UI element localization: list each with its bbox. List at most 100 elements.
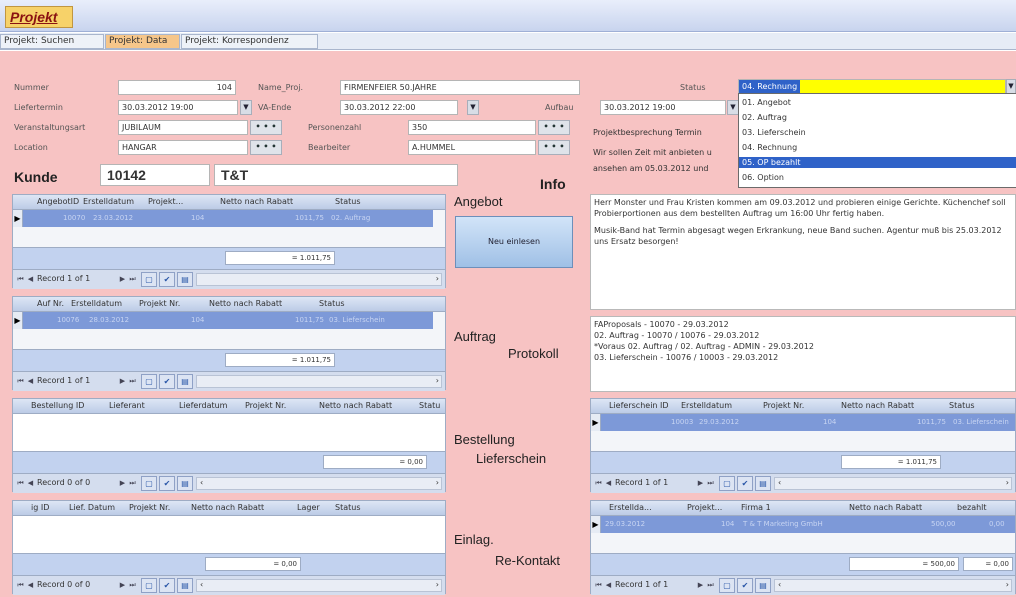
column-header[interactable]: Netto nach Rabatt: [191, 503, 264, 512]
column-header[interactable]: Erstelldatum: [71, 299, 122, 308]
last-record-icon[interactable]: ⏭: [127, 375, 138, 388]
cell[interactable]: 10076: [57, 316, 79, 324]
tab-suchen[interactable]: Projekt: Suchen: [0, 34, 104, 49]
column-header[interactable]: Bestellung ID: [31, 401, 84, 410]
column-header[interactable]: Netto nach Rabatt: [319, 401, 392, 410]
prev-record-icon[interactable]: ◀: [25, 273, 36, 286]
column-header[interactable]: Statu: [419, 401, 440, 410]
column-header[interactable]: Erstelldatum: [681, 401, 732, 410]
info-notes-panel[interactable]: Herr Monster und Frau Kristen kommen am …: [590, 194, 1016, 310]
column-header[interactable]: bezahlt: [957, 503, 987, 512]
checkmark-icon[interactable]: ✔: [159, 272, 175, 287]
column-header[interactable]: Projekt...: [148, 197, 183, 206]
cell[interactable]: 1011,75: [295, 214, 324, 222]
table-row[interactable]: ▶ 10076 28.03.2012 104 1011,75 03. Liefe…: [13, 312, 433, 329]
column-header[interactable]: Lieferant: [109, 401, 145, 410]
print-icon[interactable]: ▤: [177, 578, 193, 593]
column-header[interactable]: Projekt Nr.: [245, 401, 286, 410]
last-record-icon[interactable]: ⏭: [705, 477, 716, 490]
record-selector[interactable]: ▶: [591, 414, 601, 431]
status-option[interactable]: 04. Rechnung: [739, 142, 1016, 153]
aufbau-field[interactable]: 30.03.2012 19:00: [600, 100, 726, 115]
column-header[interactable]: Netto nach Rabatt: [209, 299, 282, 308]
status-option[interactable]: 02. Auftrag: [739, 112, 1016, 123]
horizontal-scrollbar[interactable]: ›: [196, 375, 442, 388]
cell[interactable]: 29.03.2012: [699, 418, 739, 426]
veranstaltungsart-field[interactable]: JUBILAUM: [118, 120, 248, 135]
last-record-icon[interactable]: ⏭: [705, 579, 716, 592]
column-header[interactable]: Projekt Nr.: [763, 401, 804, 410]
cell[interactable]: 10070: [63, 214, 85, 222]
status-option[interactable]: 03. Lieferschein: [739, 127, 1016, 138]
column-header[interactable]: Erstellda...: [609, 503, 652, 512]
prev-record-icon[interactable]: ◀: [603, 477, 614, 490]
nummer-field[interactable]: 104: [118, 80, 236, 95]
status-select[interactable]: 04. Rechnung: [738, 79, 1006, 94]
column-header[interactable]: Lief. Datum: [69, 503, 115, 512]
kunde-name-field[interactable]: T&T: [214, 164, 458, 186]
last-record-icon[interactable]: ⏭: [127, 477, 138, 490]
new-record-icon[interactable]: ▢: [141, 476, 157, 491]
print-icon[interactable]: ▤: [177, 272, 193, 287]
table-row[interactable]: ▶ 10070 23.03.2012 104 1011,75 02. Auftr…: [13, 210, 433, 227]
column-header[interactable]: Erstelldatum: [83, 197, 134, 206]
cell[interactable]: 28.03.2012: [89, 316, 129, 324]
record-selector[interactable]: ▶: [13, 312, 23, 329]
prev-record-icon[interactable]: ◀: [25, 477, 36, 490]
bearbeiter-field[interactable]: A.HUMMEL: [408, 140, 536, 155]
column-header[interactable]: Firma 1: [741, 503, 771, 512]
print-icon[interactable]: ▤: [177, 476, 193, 491]
prev-record-icon[interactable]: ◀: [25, 375, 36, 388]
record-selector[interactable]: ▶: [591, 516, 601, 533]
status-option[interactable]: 06. Option: [739, 172, 1016, 183]
vaende-dropdown[interactable]: ▼: [467, 100, 479, 115]
prev-record-icon[interactable]: ◀: [603, 579, 614, 592]
liefertermin-dropdown[interactable]: ▼: [240, 100, 252, 115]
kunde-number-field[interactable]: 10142: [100, 164, 210, 186]
vaende-field[interactable]: 30.03.2012 22:00: [340, 100, 458, 115]
cell[interactable]: 0,00: [989, 520, 1005, 528]
new-record-icon[interactable]: ▢: [719, 578, 735, 593]
column-header[interactable]: Auf Nr.: [37, 299, 64, 308]
checkmark-icon[interactable]: ✔: [737, 476, 753, 491]
column-header[interactable]: ig ID: [31, 503, 49, 512]
personenzahl-picker-button[interactable]: • • •: [538, 120, 570, 135]
neu-einlesen-button[interactable]: Neu einlesen: [455, 216, 573, 268]
column-header[interactable]: Status: [319, 299, 345, 308]
app-title[interactable]: Projekt: [5, 6, 73, 28]
cell[interactable]: 104: [823, 418, 836, 426]
cell[interactable]: 29.03.2012: [605, 520, 645, 528]
checkmark-icon[interactable]: ✔: [159, 374, 175, 389]
horizontal-scrollbar[interactable]: ‹ ›: [774, 477, 1012, 490]
cell[interactable]: 104: [191, 214, 204, 222]
cell[interactable]: 23.03.2012: [93, 214, 133, 222]
cell[interactable]: 10003: [671, 418, 693, 426]
horizontal-scrollbar[interactable]: ‹ ›: [196, 579, 442, 592]
horizontal-scrollbar[interactable]: ‹ ›: [774, 579, 1012, 592]
name-field[interactable]: FIRMENFEIER 50.JAHRE: [340, 80, 580, 95]
column-header[interactable]: Lieferdatum: [179, 401, 227, 410]
location-picker-button[interactable]: • • •: [250, 140, 282, 155]
veranstaltungsart-picker-button[interactable]: • • •: [250, 120, 282, 135]
cell[interactable]: 02. Auftrag: [331, 214, 370, 222]
last-record-icon[interactable]: ⏭: [127, 579, 138, 592]
status-dropdown-list[interactable]: 01. Angebot 02. Auftrag 03. Lieferschein…: [738, 93, 1016, 188]
cell[interactable]: 500,00: [931, 520, 956, 528]
status-dropdown-button[interactable]: ▼: [1006, 79, 1016, 94]
print-icon[interactable]: ▤: [755, 578, 771, 593]
checkmark-icon[interactable]: ✔: [737, 578, 753, 593]
last-record-icon[interactable]: ⏭: [127, 273, 138, 286]
horizontal-scrollbar[interactable]: ›: [196, 273, 442, 286]
column-header[interactable]: Projekt...: [687, 503, 722, 512]
column-header[interactable]: Netto nach Rabatt: [849, 503, 922, 512]
print-icon[interactable]: ▤: [755, 476, 771, 491]
table-row[interactable]: ▶ 10003 29.03.2012 104 1011,75 03. Liefe…: [591, 414, 1015, 431]
cell[interactable]: T & T Marketing GmbH: [743, 520, 823, 528]
column-header[interactable]: Lager: [297, 503, 320, 512]
cell[interactable]: 1011,75: [295, 316, 324, 324]
bearbeiter-picker-button[interactable]: • • •: [538, 140, 570, 155]
cell[interactable]: 1011,75: [917, 418, 946, 426]
table-row[interactable]: ▶ 29.03.2012 104 T & T Marketing GmbH 50…: [591, 516, 1015, 533]
protokoll-panel[interactable]: FAProposals - 10070 - 29.03.2012 02. Auf…: [590, 316, 1016, 392]
column-header[interactable]: Projekt Nr.: [129, 503, 170, 512]
